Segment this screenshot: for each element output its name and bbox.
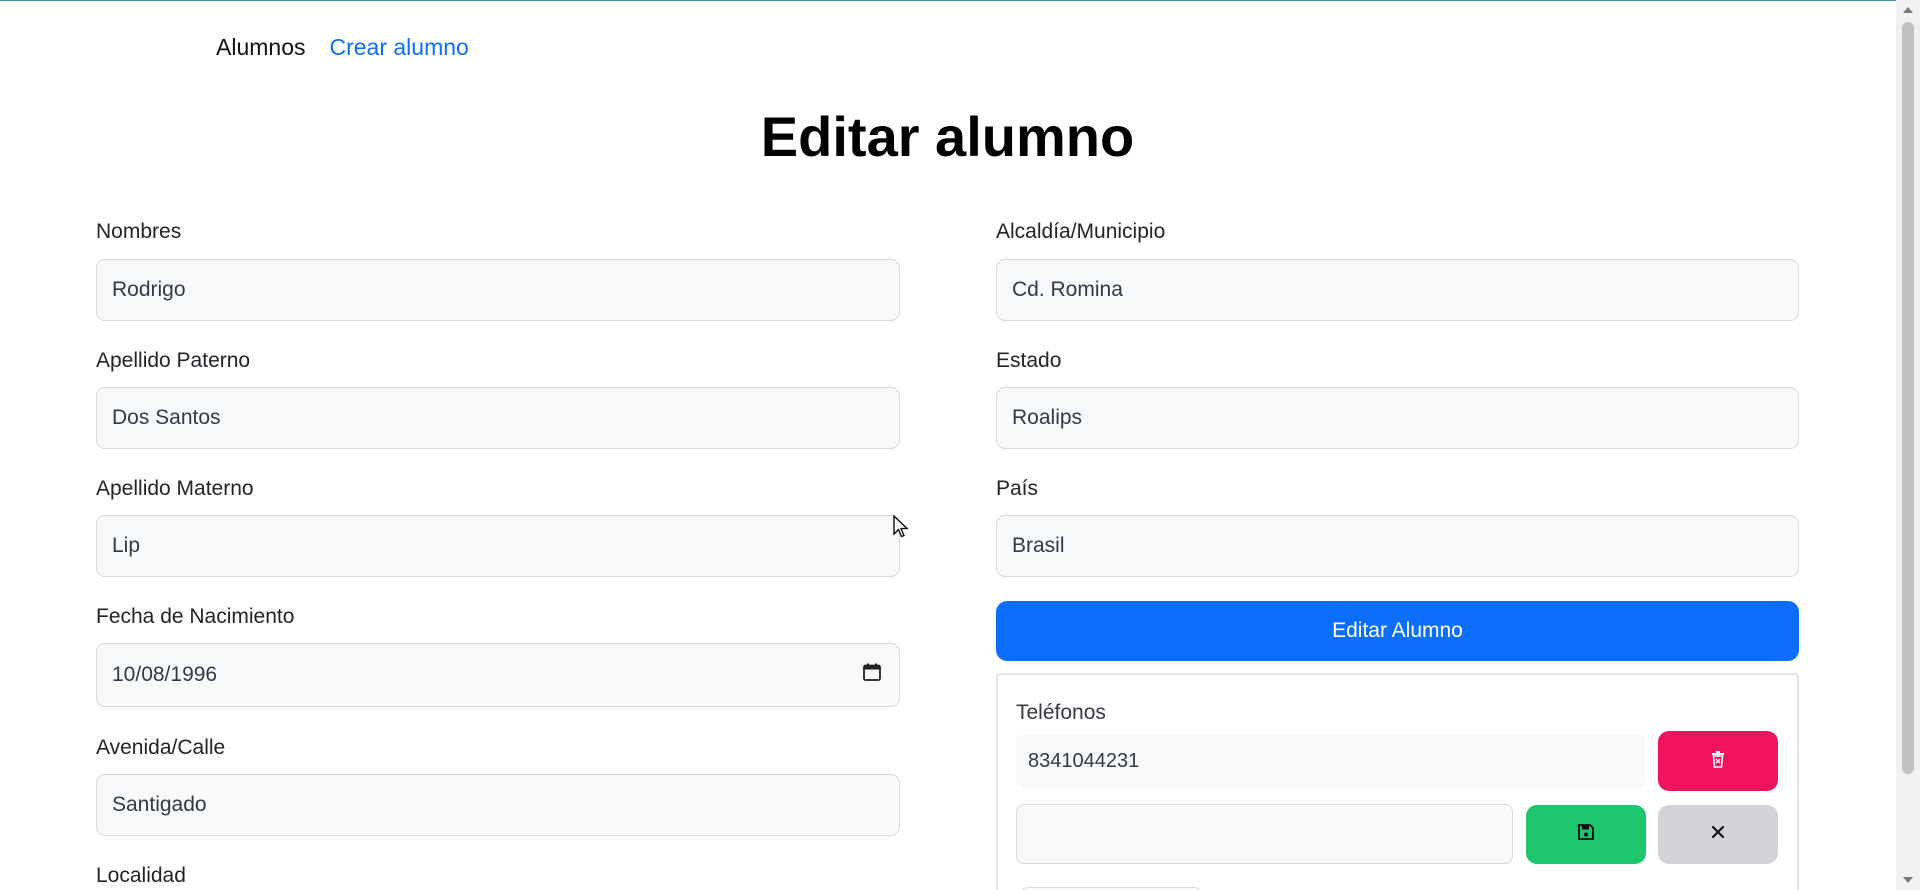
avenida-calle-label: Avenida/Calle: [96, 736, 226, 759]
alcaldia-label: Alcaldía/Municipio: [996, 220, 1166, 243]
save-icon: [1578, 824, 1594, 845]
calendar-icon[interactable]: [863, 663, 881, 687]
top-border: [0, 0, 1920, 1]
phone-value: 8341044231: [1028, 749, 1140, 772]
phone-input[interactable]: 8341044231: [1016, 734, 1646, 788]
estado-label: Estado: [996, 349, 1062, 372]
nombres-label: Nombres: [96, 220, 182, 243]
apellido-paterno-input[interactable]: Dos Santos: [96, 387, 900, 449]
apellido-paterno-value: Dos Santos: [112, 406, 221, 429]
nombres-value: Rodrigo: [112, 278, 186, 301]
fecha-nacimiento-value: 10/08/1996: [112, 663, 218, 686]
cancel-phone-button[interactable]: [1658, 805, 1778, 864]
close-icon: [1711, 825, 1725, 844]
estado-input[interactable]: Roalips: [996, 387, 1799, 449]
navbar: Alumnos Crear alumno: [216, 34, 469, 61]
scroll-up-arrow-icon[interactable]: [1903, 7, 1913, 13]
apellido-materno-value: Lip: [112, 534, 141, 557]
avenida-calle-value: Santigado: [112, 793, 207, 816]
apellido-paterno-label: Apellido Paterno: [96, 349, 251, 372]
nav-brand-alumnos[interactable]: Alumnos: [216, 34, 305, 61]
delete-phone-button[interactable]: [1658, 731, 1778, 791]
telefonos-title: Teléfonos: [1016, 701, 1106, 724]
alcaldia-input[interactable]: Cd. Romina: [996, 259, 1799, 321]
trash-icon: [1710, 750, 1726, 773]
estado-value: Roalips: [1012, 406, 1083, 429]
pais-input[interactable]: Brasil: [996, 515, 1799, 577]
nav-link-crear-alumno[interactable]: Crear alumno: [329, 34, 468, 61]
avenida-calle-input[interactable]: Santigado: [96, 774, 900, 836]
save-phone-button[interactable]: [1526, 805, 1646, 864]
pais-label: País: [996, 477, 1039, 500]
telefonos-panel: Teléfonos 8341044231: [996, 673, 1799, 890]
page-title: Editar alumno: [760, 105, 1135, 168]
scroll-thumb[interactable]: [1902, 22, 1914, 774]
new-phone-input[interactable]: [1016, 804, 1513, 864]
editar-alumno-button[interactable]: Editar Alumno: [996, 601, 1799, 661]
fecha-nacimiento-label: Fecha de Nacimiento: [96, 605, 295, 628]
page: Alumnos Crear alumno Editar alumno Nombr…: [0, 0, 1920, 890]
mouse-cursor-icon: [893, 514, 909, 544]
nombres-input[interactable]: Rodrigo: [96, 259, 900, 321]
alcaldia-value: Cd. Romina: [1012, 278, 1123, 301]
vertical-scrollbar[interactable]: [1896, 0, 1920, 890]
localidad-label: Localidad: [96, 864, 186, 887]
apellido-materno-label: Apellido Materno: [96, 477, 254, 500]
fecha-nacimiento-input[interactable]: 10/08/1996: [96, 643, 900, 707]
scroll-down-arrow-icon[interactable]: [1903, 877, 1913, 883]
apellido-materno-input[interactable]: Lip: [96, 515, 900, 577]
pais-value: Brasil: [1012, 534, 1065, 557]
